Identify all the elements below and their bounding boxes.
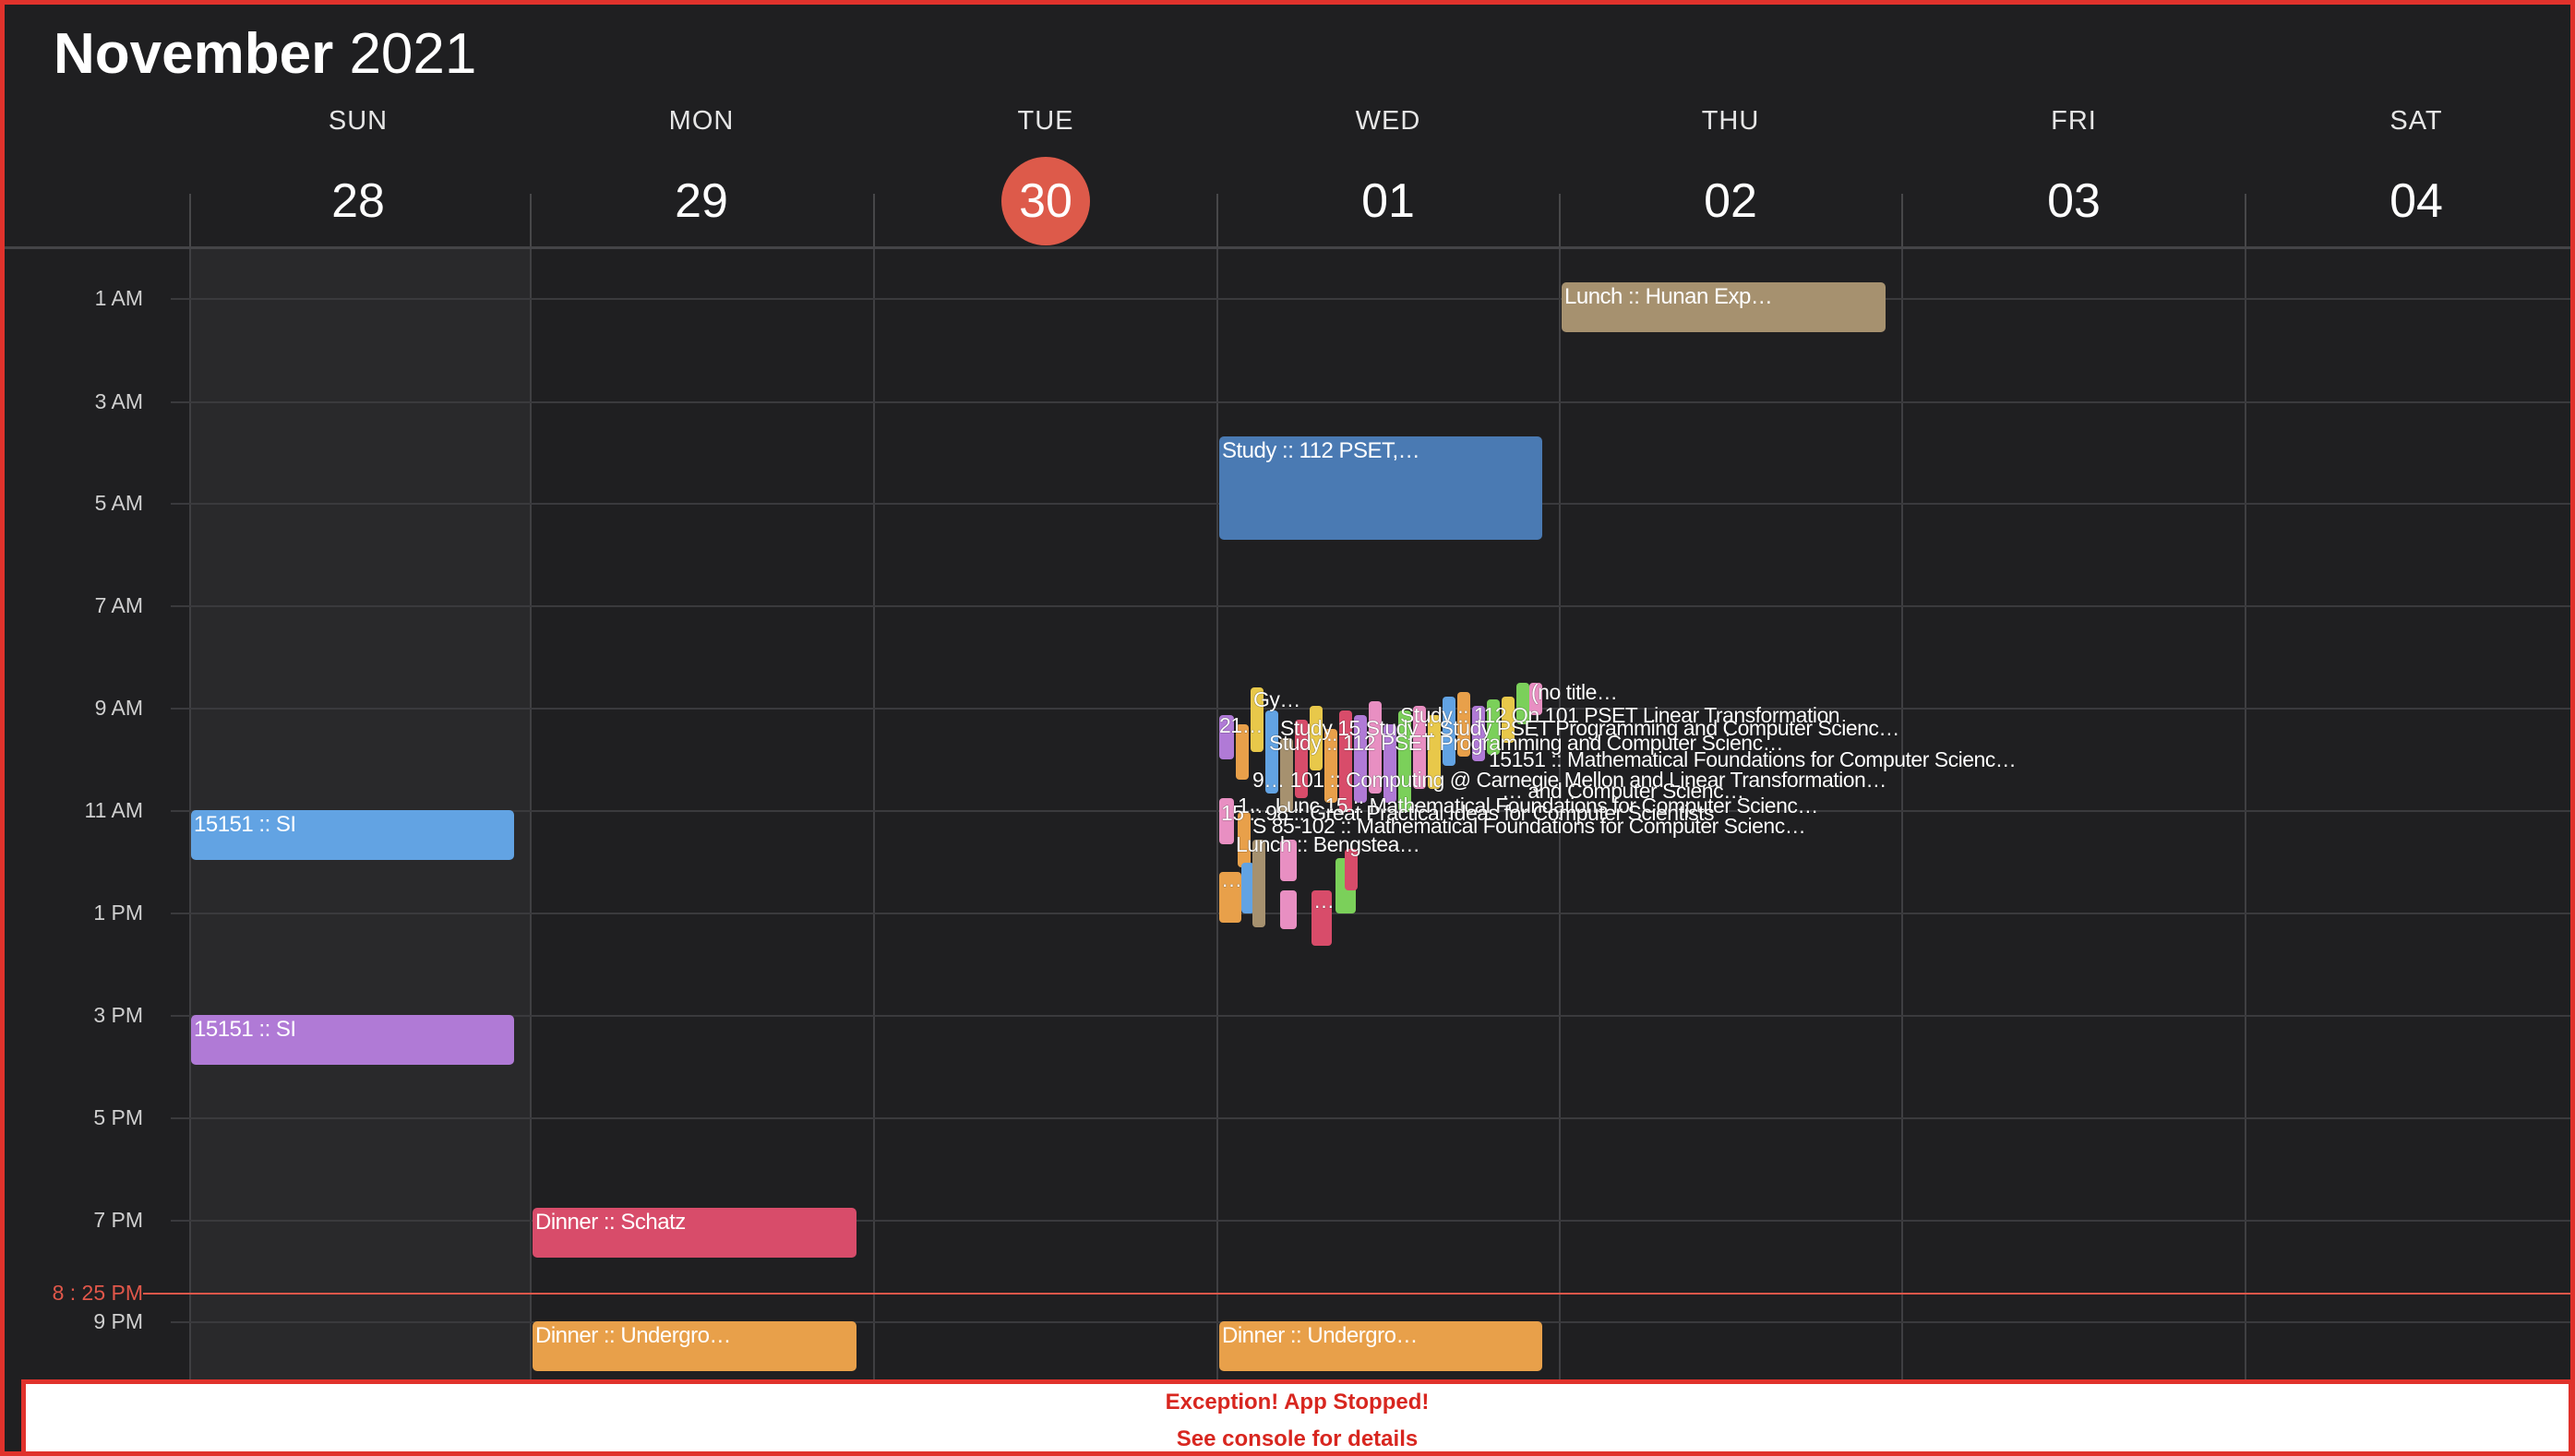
day-column-line bbox=[1216, 249, 1218, 1379]
day-number: 03 bbox=[2047, 174, 2101, 228]
month-label: November bbox=[54, 22, 334, 86]
event-lunch-hunan[interactable]: Lunch :: Hunan Exp… bbox=[1562, 282, 1886, 332]
day-number: 01 bbox=[1361, 174, 1415, 228]
week-time-grid[interactable]: 1 AM 3 AM 5 AM 7 AM 9 AM 11 AM 1 PM 3 PM… bbox=[5, 249, 2570, 1379]
hour-label: 3 AM bbox=[94, 389, 143, 413]
day-name: FRI bbox=[2051, 106, 2097, 136]
hour-gridline bbox=[171, 913, 2570, 914]
column-divider bbox=[1901, 194, 1903, 249]
day-column-line bbox=[2245, 249, 2246, 1379]
hour-label: 7 PM bbox=[93, 1208, 143, 1232]
month-year-title: November 2021 bbox=[54, 21, 476, 87]
hour-label: 1 AM bbox=[94, 286, 143, 310]
hour-gridline bbox=[171, 1015, 2570, 1017]
day-number: 02 bbox=[1704, 174, 1757, 228]
hour-label: 9 AM bbox=[94, 696, 143, 720]
day-column-line bbox=[530, 249, 532, 1379]
overlap-event-title: … bbox=[1221, 867, 1242, 891]
current-time-line bbox=[143, 1293, 2570, 1295]
event-dinner-undergrounds[interactable]: Dinner :: Undergro… bbox=[1219, 1321, 1542, 1371]
event-dinner-undergrounds[interactable]: Dinner :: Undergro… bbox=[533, 1321, 856, 1371]
column-divider bbox=[1559, 194, 1561, 249]
day-column-line bbox=[873, 249, 875, 1379]
error-title: Exception! App Stopped! bbox=[1165, 1390, 1430, 1414]
day-name: MON bbox=[668, 106, 735, 136]
day-number: 04 bbox=[2389, 174, 2443, 228]
day-header-wed[interactable]: WED 01 bbox=[1217, 106, 1559, 245]
day-name: THU bbox=[1701, 106, 1760, 136]
calendar-header: November 2021 SUN 28 MON 29 TUE 30 WED 0… bbox=[5, 5, 2570, 249]
day-header-thu[interactable]: THU 02 bbox=[1560, 106, 1901, 245]
day-name: TUE bbox=[1017, 106, 1074, 136]
hour-label: 11 AM bbox=[84, 798, 144, 822]
column-divider bbox=[189, 194, 191, 249]
column-divider bbox=[873, 194, 875, 249]
overlap-event-title: Gy… bbox=[1253, 687, 1300, 711]
hour-gridline bbox=[171, 605, 2570, 607]
current-time-label: 8 : 25 PM bbox=[52, 1281, 143, 1305]
year-label: 2021 bbox=[349, 22, 477, 86]
column-divider bbox=[2245, 194, 2246, 249]
hour-label: 3 PM bbox=[93, 1003, 143, 1027]
overlap-event-title: 21… bbox=[1219, 713, 1264, 737]
hour-label: 7 AM bbox=[94, 593, 143, 617]
column-divider bbox=[530, 194, 532, 249]
calendar-app-frame: November 2021 SUN 28 MON 29 TUE 30 WED 0… bbox=[0, 0, 2575, 1456]
error-banner: Exception! App Stopped! See console for … bbox=[21, 1379, 2570, 1451]
event-study-112-pset[interactable]: Study :: 112 PSET,… bbox=[1219, 436, 1542, 540]
error-detail: See console for details bbox=[1176, 1426, 1419, 1451]
hour-gridline bbox=[171, 1117, 2570, 1119]
day-header-sun[interactable]: SUN 28 bbox=[187, 106, 529, 245]
hour-gridline bbox=[171, 298, 2570, 300]
overlap-event-title: Lunch :: Bengstea… bbox=[1236, 832, 1420, 856]
event-15151-si[interactable]: 15151 :: SI bbox=[191, 810, 514, 860]
hour-label: 5 AM bbox=[94, 491, 143, 515]
day-name: SUN bbox=[328, 106, 389, 136]
hour-label: 5 PM bbox=[93, 1105, 143, 1129]
column-divider bbox=[1216, 194, 1218, 249]
day-header-tue[interactable]: TUE 30 bbox=[875, 106, 1216, 245]
day-number: 29 bbox=[675, 174, 728, 228]
hour-label: 9 PM bbox=[93, 1309, 143, 1333]
day-column-line bbox=[1901, 249, 1903, 1379]
day-number: 28 bbox=[331, 174, 385, 228]
hour-gridline bbox=[171, 401, 2570, 403]
event-dinner-schatz[interactable]: Dinner :: Schatz bbox=[533, 1208, 856, 1258]
day-header-sat[interactable]: SAT 04 bbox=[2246, 106, 2570, 245]
event-15151-si[interactable]: 15151 :: SI bbox=[191, 1015, 514, 1065]
day-header-mon[interactable]: MON 29 bbox=[531, 106, 872, 245]
day-name: WED bbox=[1355, 106, 1421, 136]
event-chip[interactable] bbox=[1280, 890, 1297, 929]
today-number-badge: 30 bbox=[1001, 157, 1090, 245]
day-header-fri[interactable]: FRI 03 bbox=[1903, 106, 2245, 245]
hour-label: 1 PM bbox=[93, 901, 143, 925]
overlap-event-title: (no title… bbox=[1531, 680, 1618, 704]
day-name: SAT bbox=[2389, 106, 2443, 136]
overlap-event-title: … bbox=[1313, 889, 1335, 913]
hour-gridline bbox=[171, 1220, 2570, 1222]
